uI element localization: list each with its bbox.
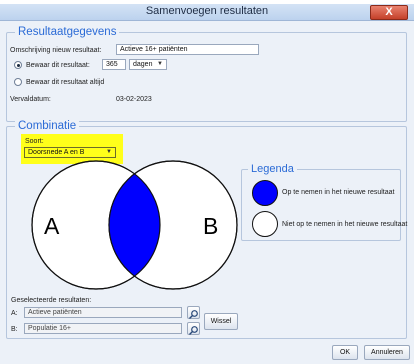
a-label: A:: [11, 310, 18, 317]
close-button[interactable]: X: [370, 5, 408, 20]
soort-select[interactable]: Doorsnede A en B ▼: [24, 147, 116, 158]
b-search-button[interactable]: [187, 322, 200, 335]
annuleren-button[interactable]: Annuleren: [364, 345, 410, 360]
resultaatgegevens-title: Resultaatgegevens: [15, 25, 120, 39]
legenda-title: Legenda: [248, 162, 297, 176]
bewaar-unit-value: dagen: [133, 61, 153, 68]
bewaar-label: Bewaar dit resultaat:: [26, 62, 90, 69]
window-title: Samenvoegen resultaten: [145, 5, 269, 17]
soort-label: Soort:: [25, 138, 44, 145]
bewaar-days-radio[interactable]: [14, 61, 22, 69]
vervaldatum-value: 03-02-2023: [116, 96, 152, 103]
bewaar-altijd-label: Bewaar dit resultaat altijd: [26, 79, 105, 86]
venn-label-b: B: [203, 213, 219, 239]
legenda-included-swatch: [252, 180, 278, 206]
chevron-down-icon: ▼: [106, 149, 112, 155]
legenda-box: Legenda Op te nemen in het nieuwe result…: [241, 162, 407, 241]
search-icon: [189, 326, 198, 335]
a-search-button[interactable]: [187, 306, 200, 319]
chevron-down-icon: ▼: [157, 61, 163, 67]
omschrijving-label: Omschrijving nieuw resultaat:: [10, 47, 102, 54]
vervaldatum-label: Vervaldatum:: [10, 96, 51, 103]
legenda-included-label: Op te nemen in het nieuwe resultaat: [282, 189, 395, 196]
search-icon: [189, 310, 198, 319]
a-result-field: Actieve patiënten: [24, 307, 182, 318]
legenda-excluded-label: Niet op te nemen in het nieuwe resultaat: [282, 221, 408, 228]
b-label: B:: [11, 326, 18, 333]
geselecteerde-label: Geselecteerde resultaten:: [11, 297, 92, 304]
omschrijving-input[interactable]: Actieve 16+ patiënten: [116, 44, 259, 55]
combinatie-title: Combinatie: [15, 119, 80, 133]
wissel-button[interactable]: Wissel: [204, 313, 238, 330]
venn-label-a: A: [44, 213, 60, 239]
legenda-excluded-swatch: [252, 211, 278, 237]
title-bar: Samenvoegen resultaten X: [0, 4, 414, 21]
bewaar-days-input[interactable]: 365: [102, 59, 126, 70]
soort-value: Doorsnede A en B: [28, 149, 85, 156]
bewaar-altijd-radio[interactable]: [14, 78, 22, 86]
ok-button[interactable]: OK: [332, 345, 358, 360]
bewaar-unit-select[interactable]: dagen ▼: [129, 59, 167, 70]
b-result-field: Populatie 16+: [24, 323, 182, 334]
